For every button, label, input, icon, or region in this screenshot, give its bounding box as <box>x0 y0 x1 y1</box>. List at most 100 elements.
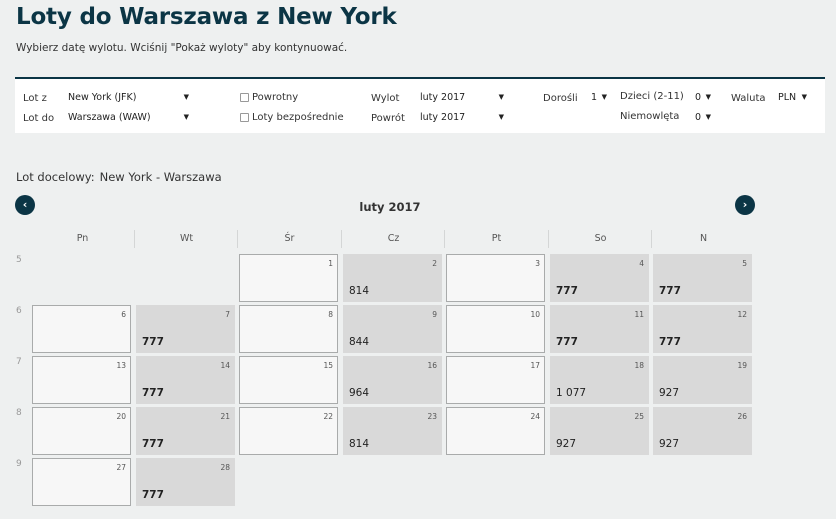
day-price: 777 <box>142 336 164 348</box>
calendar-day-cell[interactable]: 20 <box>32 407 131 455</box>
calendar-day-cell[interactable]: 15 <box>239 356 338 404</box>
prev-month-button[interactable]: ‹ <box>15 195 35 215</box>
chevron-right-icon: › <box>742 198 748 211</box>
calendar-day-cell[interactable]: 24 <box>446 407 545 455</box>
week-number: 6 <box>16 306 22 316</box>
destination-label: Lot docelowy: <box>16 170 95 184</box>
from-label: Lot z <box>23 93 47 104</box>
day-number: 14 <box>220 361 230 370</box>
calendar-day-cell[interactable]: 17 <box>446 356 545 404</box>
day-number: 3 <box>535 259 540 268</box>
currency-label: Waluta <box>731 93 766 104</box>
depart-label: Wylot <box>371 93 400 104</box>
adults-value: 1 <box>591 92 598 103</box>
weekday-divider <box>548 230 549 248</box>
children-select[interactable]: 0 ▼ <box>692 90 714 105</box>
chevron-down-icon: ▼ <box>183 113 189 121</box>
calendar-day-cell[interactable]: 4 777 <box>550 254 649 302</box>
calendar-day-cell[interactable]: 9 844 <box>343 305 442 353</box>
day-number: 12 <box>737 310 747 319</box>
day-price: 777 <box>659 285 681 297</box>
day-number: 23 <box>427 412 437 421</box>
currency-select[interactable]: PLN ▼ <box>775 90 810 105</box>
calendar-day-cell[interactable]: 28 777 <box>136 458 235 506</box>
next-month-button[interactable]: › <box>735 195 755 215</box>
chevron-down-icon: ▼ <box>498 93 504 101</box>
calendar-day-cell[interactable]: 14 777 <box>136 356 235 404</box>
calendar-day-cell[interactable]: 16 964 <box>343 356 442 404</box>
chevron-down-icon: ▼ <box>705 113 711 121</box>
week-number: 8 <box>16 408 22 418</box>
infants-value: 0 <box>695 112 702 123</box>
week-number: 9 <box>16 459 22 469</box>
day-number: 26 <box>737 412 747 421</box>
day-number: 2 <box>432 259 437 268</box>
calendar-day-cell[interactable]: 6 <box>32 305 131 353</box>
destination-route: New York - Warszawa <box>99 170 222 184</box>
from-select[interactable]: New York (JFK) ▼ <box>65 90 192 105</box>
calendar-month-label: luty 2017 <box>359 200 421 214</box>
page-subtitle: Wybierz datę wylotu. Wciśnij "Pokaż wylo… <box>16 42 348 54</box>
day-price: 814 <box>349 438 370 450</box>
infants-select[interactable]: 0 ▼ <box>692 110 714 125</box>
calendar-day-cell[interactable]: 26 927 <box>653 407 752 455</box>
day-number: 20 <box>116 412 126 421</box>
return-checkbox[interactable] <box>240 93 249 102</box>
day-number: 16 <box>427 361 437 370</box>
calendar-day-cell[interactable]: 18 1 077 <box>550 356 649 404</box>
day-price: 777 <box>659 336 681 348</box>
weekday-divider <box>444 230 445 248</box>
day-number: 24 <box>530 412 540 421</box>
day-number: 25 <box>634 412 644 421</box>
day-price: 777 <box>142 489 164 501</box>
day-price: 777 <box>556 336 578 348</box>
calendar-day-cell[interactable]: 3 <box>446 254 545 302</box>
day-number: 4 <box>639 259 644 268</box>
from-select-value: New York (JFK) <box>68 92 137 103</box>
calendar-day-cell[interactable]: 13 <box>32 356 131 404</box>
calendar-day-cell[interactable]: 23 814 <box>343 407 442 455</box>
day-price: 814 <box>349 285 370 297</box>
chevron-left-icon: ‹ <box>22 198 28 211</box>
children-value: 0 <box>695 92 702 103</box>
return-month-select[interactable]: luty 2017 ▼ <box>417 110 507 125</box>
calendar-day-cell[interactable]: 11 777 <box>550 305 649 353</box>
calendar-day-cell[interactable]: 5 777 <box>653 254 752 302</box>
day-price: 927 <box>556 438 577 450</box>
calendar-day-cell[interactable]: 19 927 <box>653 356 752 404</box>
depart-month-select[interactable]: luty 2017 ▼ <box>417 90 507 105</box>
day-number: 1 <box>328 259 333 268</box>
page-title: Loty do Warszawa z New York <box>16 4 397 30</box>
weekday-header: N <box>699 233 708 244</box>
day-number: 19 <box>737 361 747 370</box>
calendar-day-cell[interactable]: 10 <box>446 305 545 353</box>
day-number: 18 <box>634 361 644 370</box>
calendar-day-cell[interactable]: 22 <box>239 407 338 455</box>
day-number: 9 <box>432 310 437 319</box>
calendar-day-cell[interactable]: 2 814 <box>343 254 442 302</box>
day-price: 1 077 <box>556 387 587 399</box>
weekday-divider <box>651 230 652 248</box>
week-number: 7 <box>16 357 22 367</box>
day-number: 13 <box>116 361 126 370</box>
calendar-day-cell[interactable]: 1 <box>239 254 338 302</box>
direct-flights-checkbox[interactable] <box>240 113 249 122</box>
calendar-day-cell[interactable]: 8 <box>239 305 338 353</box>
to-select[interactable]: Warszawa (WAW) ▼ <box>65 110 192 125</box>
weekday-divider <box>134 230 135 248</box>
day-number: 28 <box>220 463 230 472</box>
calendar-day-cell[interactable]: 25 927 <box>550 407 649 455</box>
chevron-down-icon: ▼ <box>498 113 504 121</box>
destination-heading: Lot docelowy: New York - Warszawa <box>16 170 222 184</box>
day-price: 777 <box>142 438 164 450</box>
adults-label: Dorośli <box>543 93 578 104</box>
calendar-day-cell[interactable]: 12 777 <box>653 305 752 353</box>
adults-select[interactable]: 1 ▼ <box>588 90 610 105</box>
day-number: 11 <box>634 310 644 319</box>
day-number: 8 <box>328 310 333 319</box>
calendar-day-cell[interactable]: 27 <box>32 458 131 506</box>
to-label: Lot do <box>23 113 55 124</box>
calendar-day-cell[interactable]: 7 777 <box>136 305 235 353</box>
weekday-header: Śr <box>284 233 295 244</box>
calendar-day-cell[interactable]: 21 777 <box>136 407 235 455</box>
